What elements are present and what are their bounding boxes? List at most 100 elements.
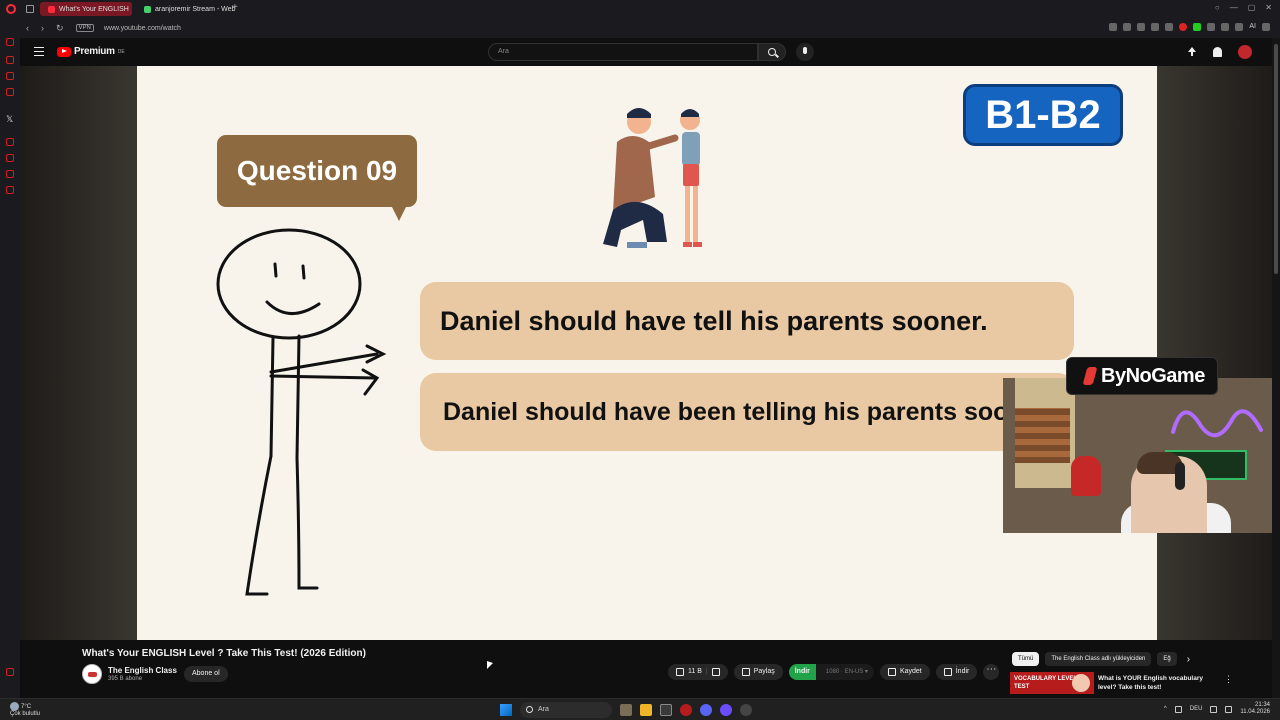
thumbnail-text: VOCABULARY LEVEL TEST xyxy=(1014,676,1077,690)
subscriber-count: 395 B abone xyxy=(108,676,143,682)
voice-search-icon[interactable] xyxy=(796,43,814,61)
thumbs-up-icon xyxy=(676,668,684,676)
store-icon[interactable] xyxy=(660,704,672,716)
sidebar-clock-icon[interactable] xyxy=(6,154,14,162)
sidebar-more-icon[interactable] xyxy=(6,668,14,676)
channel-avatar[interactable] xyxy=(82,664,102,684)
menu-icon[interactable] xyxy=(1262,23,1270,31)
download-icon[interactable] xyxy=(1235,23,1244,31)
parent-child-illustration xyxy=(603,108,702,248)
save-label: Kaydet xyxy=(899,668,922,675)
question-bubble: Question 09 xyxy=(217,135,417,221)
cloud-icon xyxy=(10,702,19,711)
back-button[interactable]: ‹ xyxy=(26,23,29,34)
play-icon[interactable] xyxy=(1151,23,1160,31)
ai-button[interactable]: AI xyxy=(1249,23,1256,31)
chip-related[interactable]: Eğ xyxy=(1157,652,1177,666)
minimize-button[interactable]: — xyxy=(1230,3,1238,12)
save-button[interactable]: Kaydet xyxy=(879,664,930,680)
thumbs-down-icon[interactable] xyxy=(711,668,720,676)
clock[interactable]: 21:34 11.04.2026 xyxy=(1240,702,1270,716)
sidebar-history-icon[interactable] xyxy=(6,38,14,46)
search-tabs-icon[interactable]: ○ xyxy=(1215,3,1220,12)
tab-youtube[interactable]: What's Your ENGLISH xyxy=(40,2,132,16)
weather-widget[interactable]: 7°C Çok bulutlu xyxy=(10,702,40,718)
sidebar-x-icon[interactable]: 𝕏 xyxy=(6,114,13,125)
extension-download-label[interactable]: İndir xyxy=(788,664,816,680)
notifications-bell-icon[interactable] xyxy=(1213,47,1222,57)
extension-green-icon[interactable] xyxy=(1193,23,1202,31)
file-explorer-icon[interactable] xyxy=(640,704,652,716)
sidebar-settings-icon[interactable] xyxy=(6,186,14,194)
mouse-cursor-icon xyxy=(487,661,493,669)
stick-figure-illustration xyxy=(216,228,387,596)
kebab-menu-icon[interactable]: ⋮ xyxy=(1224,674,1233,685)
subscribe-button[interactable]: Abone ol xyxy=(184,666,228,682)
tab-kick-stream[interactable]: aranjoremir Stream - Web xyxy=(136,2,235,16)
sidebar-whatsapp-icon[interactable] xyxy=(6,88,14,96)
wifi-icon[interactable] xyxy=(1210,705,1218,713)
recommended-thumbnail[interactable]: VOCABULARY LEVEL TEST xyxy=(1010,672,1094,694)
page-scrollbar[interactable] xyxy=(1272,38,1280,698)
maximize-button[interactable]: ▢ xyxy=(1248,3,1256,12)
sponsor-name: ByNoGame xyxy=(1101,364,1205,387)
vpn-badge[interactable]: VPN xyxy=(75,24,94,32)
windows-start-icon[interactable] xyxy=(500,704,512,716)
url-field[interactable]: www.youtube.com/watch xyxy=(104,25,181,32)
download-button[interactable]: İndir xyxy=(935,664,978,680)
upload-icon[interactable] xyxy=(1187,46,1197,58)
bynogame-logo-icon xyxy=(1082,367,1098,385)
quality-select[interactable]: 1080 · EN-US ▾ xyxy=(820,664,874,680)
youtube-logo[interactable]: Premium DE xyxy=(57,46,125,57)
chip-all[interactable]: Tümü xyxy=(1012,652,1040,666)
neon-wave-icon xyxy=(1171,409,1263,438)
share-button[interactable]: Paylaş xyxy=(733,664,783,680)
tab-menu-icon[interactable] xyxy=(26,5,34,13)
channel-name[interactable]: The English Class xyxy=(108,666,177,675)
sidebar-messenger-icon[interactable] xyxy=(6,72,14,80)
taskview-icon[interactable] xyxy=(620,704,632,716)
chevron-right-icon[interactable]: › xyxy=(1187,654,1190,665)
recommended-title[interactable]: What is YOUR English vocabulary level? T… xyxy=(1098,674,1208,692)
sidebar-music-icon[interactable] xyxy=(6,138,14,146)
recommended-video[interactable]: VOCABULARY LEVEL TEST What is YOUR Engli… xyxy=(1010,672,1260,696)
chip-uploader[interactable]: The English Class adlı yükleyiciden xyxy=(1045,652,1152,666)
account-avatar[interactable] xyxy=(1238,45,1252,59)
volume-icon[interactable] xyxy=(1225,705,1233,713)
window-controls: ○ — ▢ ✕ xyxy=(1215,3,1272,12)
extension-icon[interactable] xyxy=(1207,23,1216,31)
youtube-favicon-icon xyxy=(48,5,55,13)
close-window-button[interactable]: ✕ xyxy=(1265,3,1272,12)
puzzle-icon[interactable] xyxy=(1221,23,1230,31)
bookmark-icon[interactable] xyxy=(1109,23,1118,31)
language-indicator[interactable]: DEU xyxy=(1190,706,1203,712)
shield-icon[interactable] xyxy=(1137,23,1146,31)
clock-date: 11.04.2026 xyxy=(1240,709,1270,715)
video-info: What's Your ENGLISH Level ? Take This Te… xyxy=(20,640,1272,698)
opera-logo-icon[interactable] xyxy=(6,4,16,14)
network-icon[interactable] xyxy=(1174,705,1182,713)
opera-taskbar-icon[interactable] xyxy=(680,704,692,716)
youtube-header: Premium DE Ara xyxy=(20,38,1272,66)
more-actions-icon[interactable]: ⋯ xyxy=(983,664,1000,680)
extension-download-button[interactable]: İndir 1080 · EN-US ▾ xyxy=(788,664,874,680)
app-icon[interactable] xyxy=(720,704,732,716)
video-frame[interactable]: Question 09 B1-B2 Daniel should have tel… xyxy=(137,66,1157,640)
taskbar-search[interactable]: Ara xyxy=(520,702,612,718)
sidebar-workspace-icon[interactable] xyxy=(6,56,14,64)
tray-chevron-icon[interactable]: ^ xyxy=(1164,706,1167,712)
sidebar-pin-icon[interactable] xyxy=(6,170,14,178)
screenshot-icon[interactable] xyxy=(1123,23,1132,31)
opera-sidebar: 𝕏 xyxy=(0,38,20,698)
obs-icon[interactable] xyxy=(740,704,752,716)
search-input[interactable]: Ara xyxy=(488,43,758,61)
like-button[interactable]: 11 B | xyxy=(668,664,728,680)
extension-red-icon[interactable] xyxy=(1179,23,1188,31)
search-button[interactable] xyxy=(758,43,786,61)
discord-icon[interactable] xyxy=(700,704,712,716)
reload-button[interactable]: ↻ xyxy=(56,23,64,34)
heart-icon[interactable] xyxy=(1165,23,1174,31)
hamburger-menu-icon[interactable] xyxy=(34,47,44,56)
forward-button[interactable]: › xyxy=(41,23,44,34)
new-tab-button[interactable]: + xyxy=(232,2,238,16)
